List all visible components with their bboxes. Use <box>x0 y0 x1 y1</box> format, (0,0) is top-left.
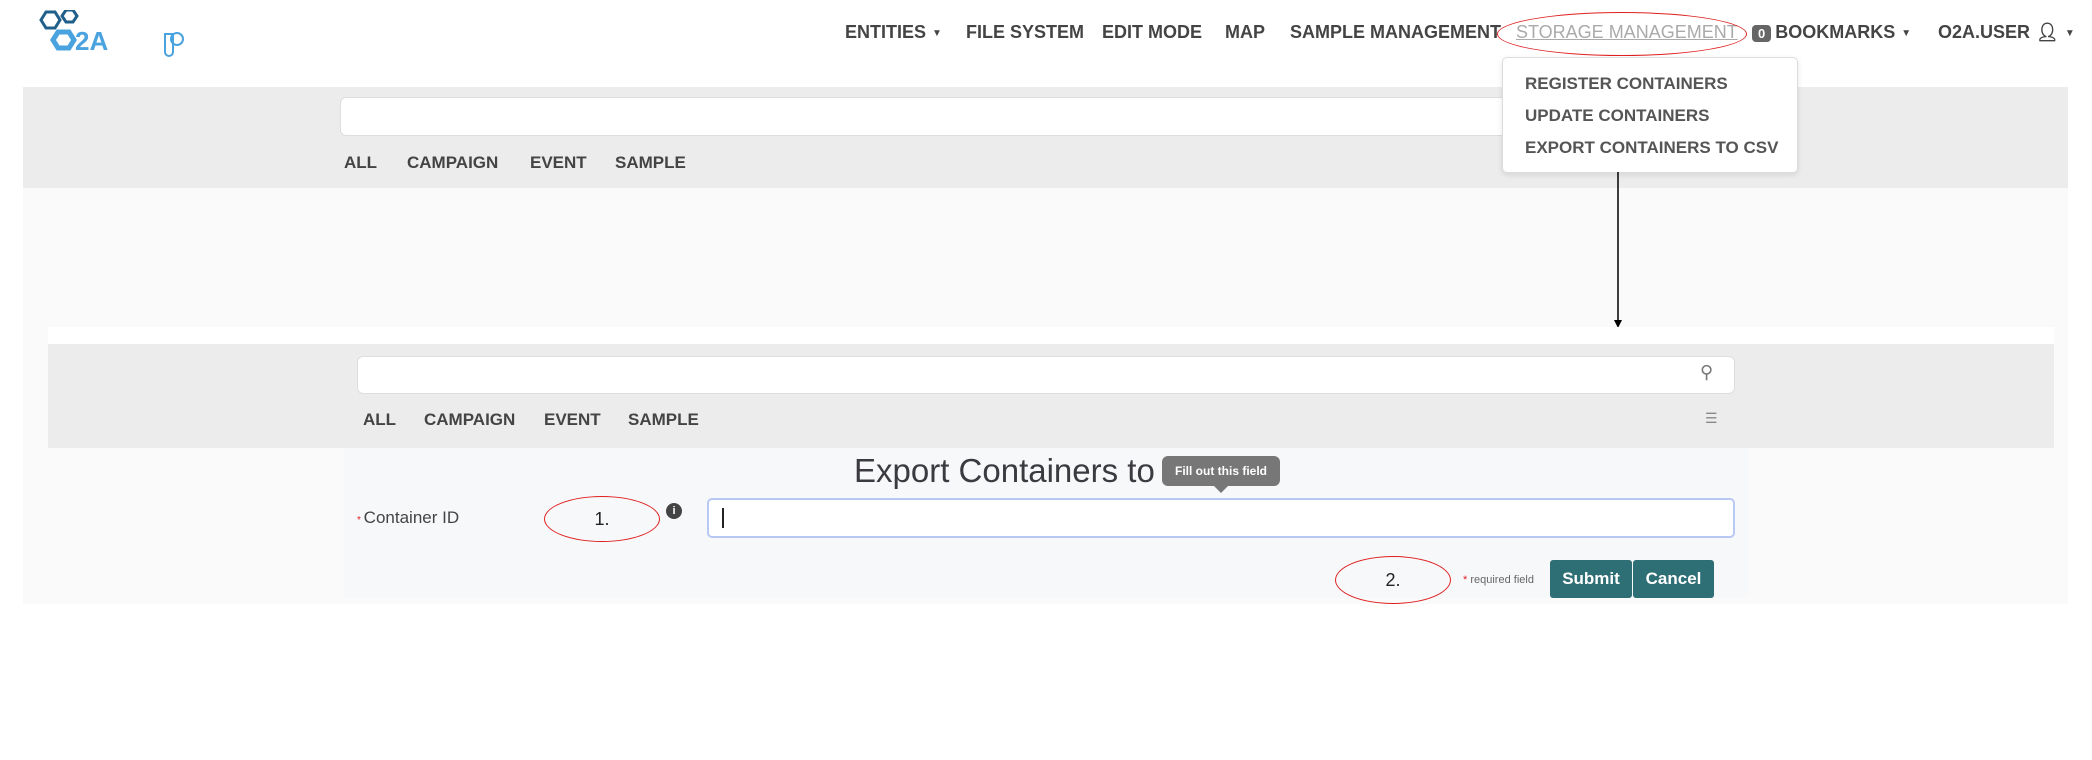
filter-icon[interactable]: ☰ <box>1705 410 1718 427</box>
search-icon[interactable]: ⚲ <box>1700 362 1713 383</box>
container-id-label-text: Container ID <box>363 508 460 527</box>
nav-entities[interactable]: ENTITIES ▼ <box>845 22 942 43</box>
nav-edit-mode[interactable]: EDIT MODE <box>1102 22 1202 43</box>
caret-down-icon: ▼ <box>1901 27 1912 39</box>
info-icon[interactable]: i <box>666 503 682 519</box>
tab-all[interactable]: ALL <box>363 410 396 430</box>
nav-file-system[interactable]: FILE SYSTEM <box>966 22 1084 43</box>
annotation-ellipse-2: 2. <box>1335 556 1451 604</box>
user-icon: 👤︎ <box>2036 22 2059 42</box>
search-input[interactable] <box>357 356 1735 394</box>
tab-campaign-top[interactable]: CAMPAIGN <box>407 153 498 173</box>
bookmarks-count-badge: 0 <box>1752 25 1772 42</box>
nav-map[interactable]: MAP <box>1225 22 1265 43</box>
tab-event-top[interactable]: EVENT <box>530 153 587 173</box>
storage-dropdown-menu: REGISTER CONTAINERS UPDATE CONTAINERS EX… <box>1502 57 1798 173</box>
submit-button[interactable]: Submit <box>1550 560 1632 598</box>
svg-text:2A: 2A <box>75 26 108 56</box>
tab-sample-top[interactable]: SAMPLE <box>615 153 686 173</box>
tab-sample[interactable]: SAMPLE <box>628 410 699 430</box>
tab-campaign[interactable]: CAMPAIGN <box>424 410 515 430</box>
annotation-ellipse-1: 1. <box>544 496 660 542</box>
tab-all-top[interactable]: ALL <box>344 153 377 173</box>
annotation-step-1: 1. <box>594 508 610 529</box>
cancel-button[interactable]: Cancel <box>1633 560 1714 598</box>
annotation-ellipse-storage <box>1497 12 1747 56</box>
caret-down-icon: ▼ <box>932 27 942 39</box>
nav-bookmarks[interactable]: 0 BOOKMARKS ▼ <box>1752 22 1911 43</box>
required-field-note: * required field <box>1463 574 1534 586</box>
container-id-label: * Container ID <box>357 508 460 527</box>
menu-item-register-containers[interactable]: REGISTER CONTAINERS <box>1525 74 1728 94</box>
nav-entities-label: ENTITIES <box>845 22 927 42</box>
text-cursor <box>722 508 724 528</box>
menu-item-export-containers-csv[interactable]: EXPORT CONTAINERS TO CSV <box>1525 138 1778 158</box>
menu-item-update-containers[interactable]: UPDATE CONTAINERS <box>1525 106 1710 126</box>
sample-tube-icon[interactable] <box>162 30 186 58</box>
divider <box>48 327 2054 344</box>
annotation-step-2: 2. <box>1385 569 1401 590</box>
nav-user[interactable]: O2A.USER 👤︎ ▼ <box>1938 22 2075 43</box>
container-id-input[interactable] <box>707 498 1735 538</box>
search-input-top[interactable] <box>340 97 1520 136</box>
nav-bookmarks-label: BOOKMARKS <box>1775 22 1896 42</box>
form-title: Export Containers to <box>854 452 1155 489</box>
validation-tooltip: Fill out this field <box>1162 456 1280 493</box>
nav-sample-management[interactable]: SAMPLE MANAGEMENT <box>1290 22 1501 43</box>
o2a-logo[interactable]: 2A <box>37 8 137 60</box>
tooltip-text: Fill out this field <box>1175 464 1267 478</box>
nav-user-label: O2A.USER <box>1938 22 2031 42</box>
tab-event[interactable]: EVENT <box>544 410 601 430</box>
required-note-text: required field <box>1470 574 1534 586</box>
caret-down-icon: ▼ <box>2064 27 2075 39</box>
annotation-arrow <box>1614 172 1622 328</box>
